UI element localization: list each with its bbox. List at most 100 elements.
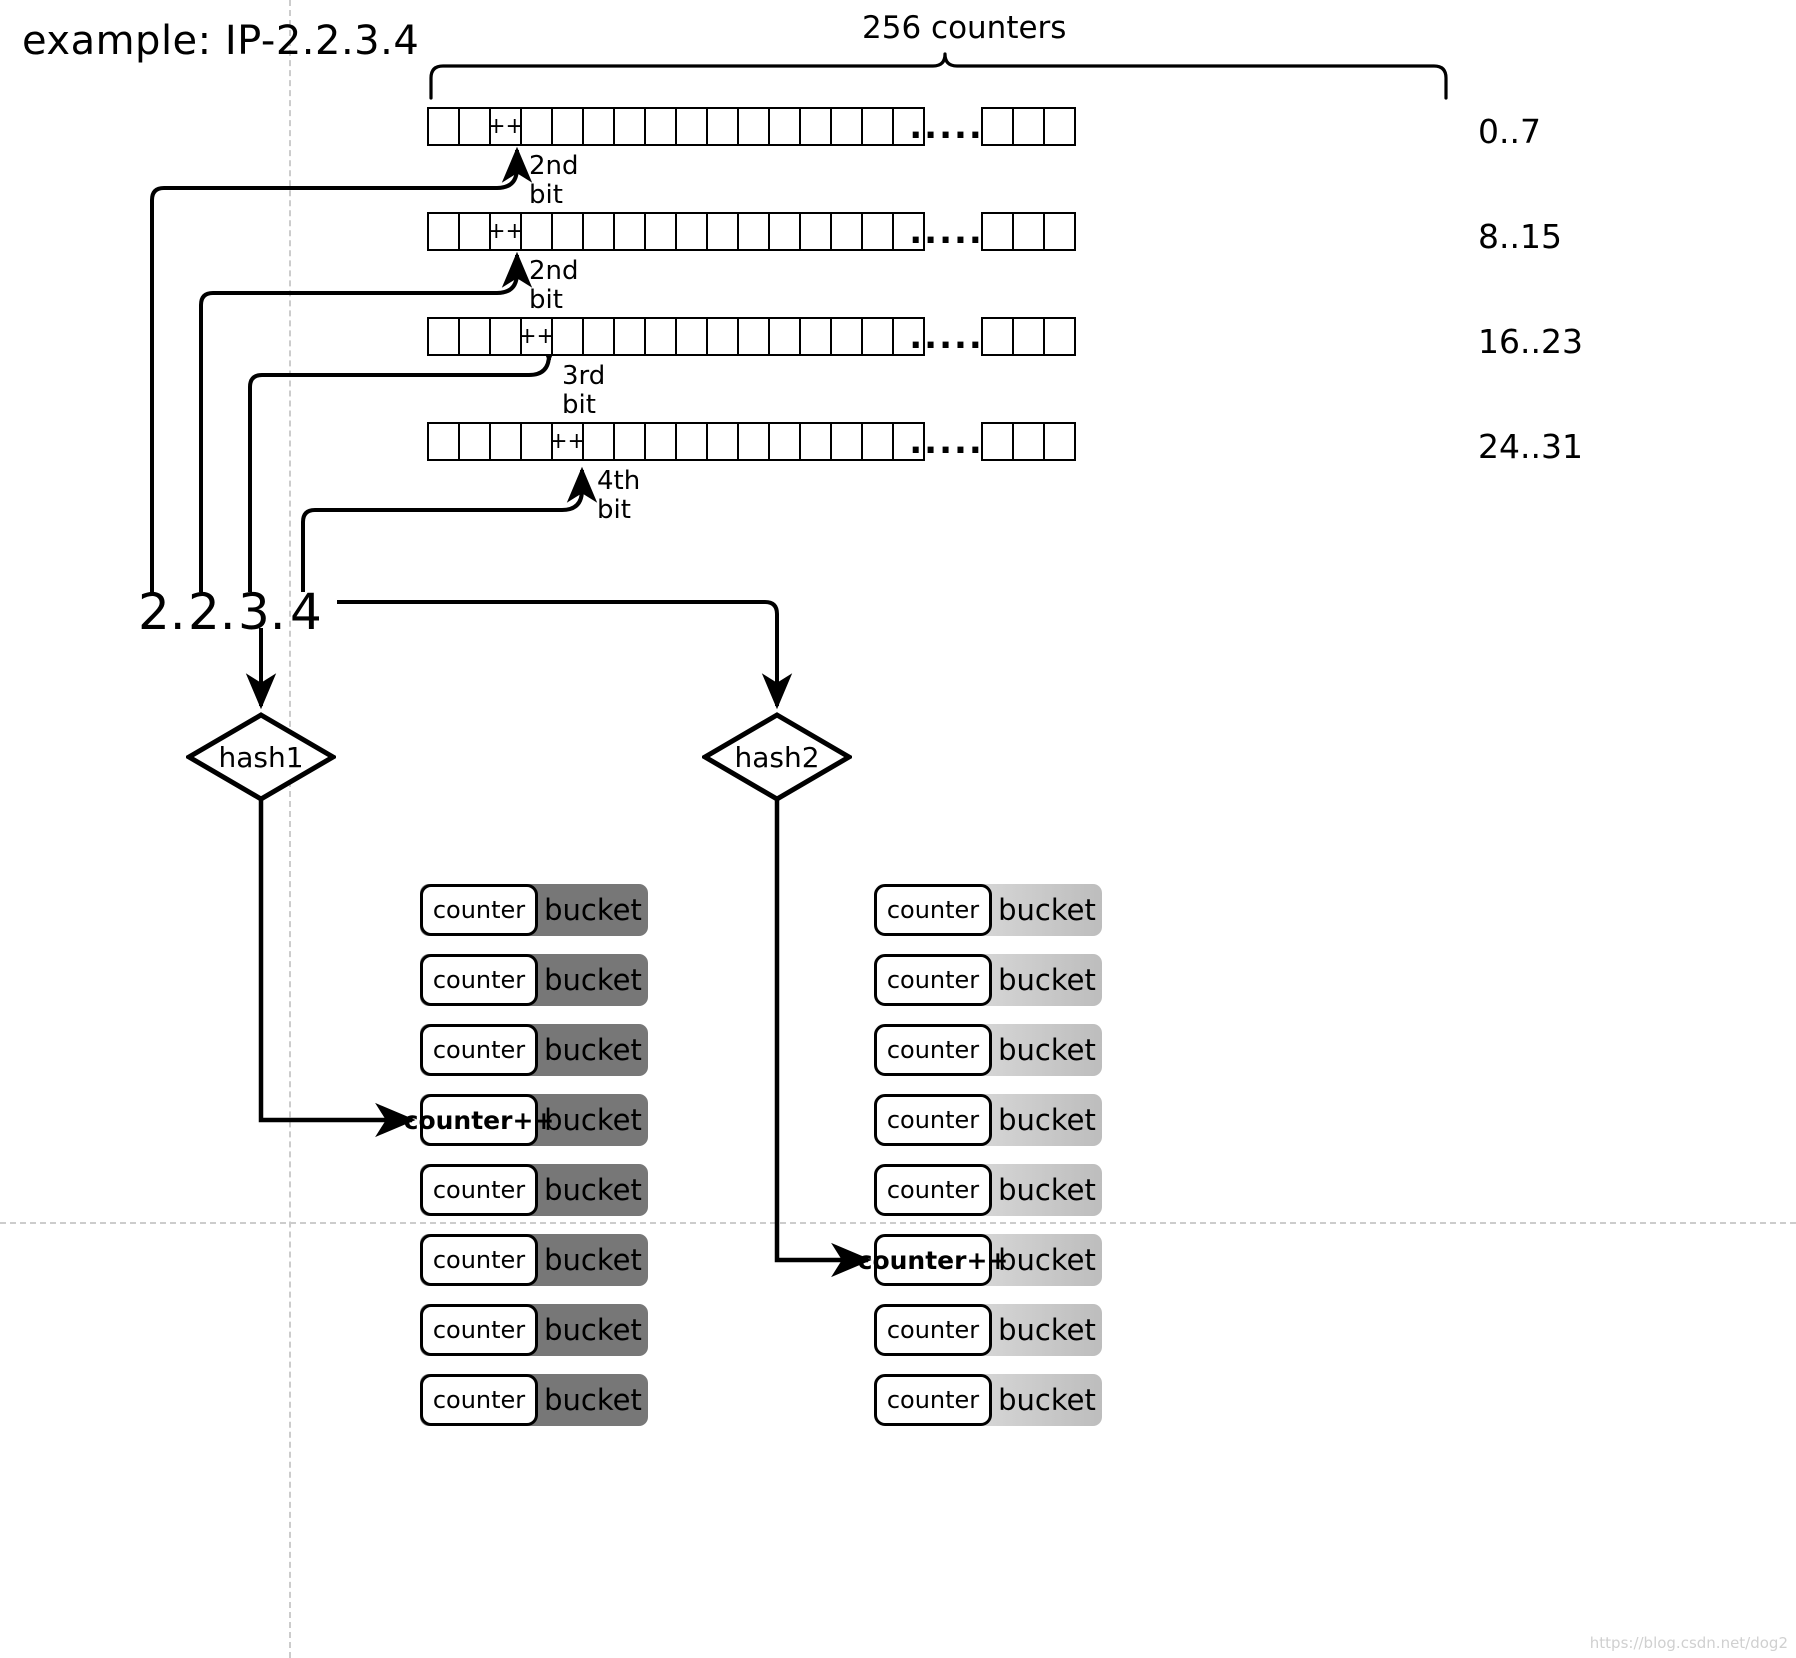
counter-cell — [489, 317, 522, 356]
counter-cell — [768, 422, 801, 461]
bucket-row[interactable]: bucket counter — [874, 954, 1102, 1006]
counter-box[interactable]: counter — [874, 1164, 992, 1216]
counter-array-row: ++...... — [427, 106, 1076, 147]
counter-array-ellipsis: ...... — [909, 106, 999, 147]
bucket-label: bucket — [998, 963, 1096, 997]
counter-array-ellipsis: ...... — [909, 316, 999, 357]
bucket-label: bucket — [544, 1383, 642, 1417]
ip-octet-4: 4 — [290, 583, 322, 641]
counter-cell — [520, 422, 553, 461]
hash2-node[interactable]: hash2 — [702, 712, 852, 802]
counter-cell — [1043, 107, 1076, 146]
bit-label: 2nd bit — [529, 151, 579, 211]
counter-cell — [737, 107, 770, 146]
bucket-row[interactable]: bucket counter — [420, 884, 648, 936]
counter-cell — [737, 422, 770, 461]
counter-cell — [1012, 212, 1045, 251]
bucket-label: bucket — [998, 1033, 1096, 1067]
counter-cell-marked: ++ — [549, 422, 586, 461]
counter-box[interactable]: counter — [420, 954, 538, 1006]
counter-box[interactable]: counter — [420, 884, 538, 936]
brace-caption: 256 counters — [862, 10, 1067, 46]
bucket-row[interactable]: bucket counter — [874, 1094, 1102, 1146]
bucket-label: bucket — [544, 963, 642, 997]
counter-cell — [458, 107, 491, 146]
bucket-row[interactable]: bucket counter++ — [858, 1234, 1102, 1286]
counter-cell — [551, 317, 584, 356]
hash2-label: hash2 — [734, 740, 820, 774]
bucket-row[interactable]: bucket counter — [420, 1024, 648, 1076]
counter-cell — [644, 212, 677, 251]
watermark: https://blog.csdn.net/dog2 — [1589, 1634, 1788, 1652]
counter-cell — [551, 107, 584, 146]
counter-cell — [1043, 212, 1076, 251]
counter-cell — [706, 317, 739, 356]
counter-box[interactable]: counter — [874, 884, 992, 936]
counter-cell — [861, 317, 894, 356]
counter-cell — [768, 107, 801, 146]
counter-box-incremented[interactable]: counter++ — [404, 1094, 554, 1146]
bit-label: 4th bit — [597, 466, 641, 526]
bucket-label: bucket — [998, 1103, 1096, 1137]
counter-array-row: ++...... — [427, 316, 1076, 357]
counter-cell — [830, 422, 863, 461]
counter-cell-marked: ++ — [487, 107, 524, 146]
counter-array-ellipsis: ...... — [909, 211, 999, 252]
counter-cell — [675, 107, 708, 146]
bucket-label: bucket — [544, 1243, 642, 1277]
bucket-row[interactable]: bucket counter — [874, 1164, 1102, 1216]
bucket-label: bucket — [998, 893, 1096, 927]
bucket-row[interactable]: bucket counter — [874, 1024, 1102, 1076]
bucket-row[interactable]: bucket counter — [874, 1304, 1102, 1356]
counter-cell — [613, 212, 646, 251]
counter-cell — [551, 212, 584, 251]
counter-array-row: ++...... — [427, 211, 1076, 252]
counter-cell — [1012, 317, 1045, 356]
ip-octet-3: 3. — [238, 583, 286, 641]
diagram-canvas: example: IP-2.2.3.4 256 counters ++.....… — [0, 0, 1796, 1658]
counter-cell — [981, 107, 1014, 146]
hash1-node[interactable]: hash1 — [186, 712, 336, 802]
counter-cell — [458, 212, 491, 251]
counter-cell — [520, 212, 553, 251]
counter-cell — [644, 422, 677, 461]
counter-box[interactable]: counter — [874, 1304, 992, 1356]
counter-array-row-label: 16..23 — [1478, 322, 1583, 361]
counter-array-row-label: 0..7 — [1478, 112, 1541, 151]
counter-cell — [830, 107, 863, 146]
bucket-row[interactable]: bucket counter — [420, 1374, 648, 1426]
bucket-label: bucket — [998, 1243, 1096, 1277]
counter-cell — [706, 212, 739, 251]
counter-box[interactable]: counter — [420, 1024, 538, 1076]
counter-array-row-label: 24..31 — [1478, 427, 1583, 466]
counter-cell — [458, 422, 491, 461]
counter-cell — [427, 317, 460, 356]
counter-cell — [1043, 317, 1076, 356]
bucket-row[interactable]: bucket counter — [874, 884, 1102, 936]
counter-box[interactable]: counter — [420, 1304, 538, 1356]
bucket-row[interactable]: bucket counter++ — [404, 1094, 648, 1146]
counter-box[interactable]: counter — [874, 1374, 992, 1426]
bucket-row[interactable]: bucket counter — [420, 1304, 648, 1356]
counter-box[interactable]: counter — [874, 954, 992, 1006]
counter-cell — [427, 107, 460, 146]
counter-cell — [830, 212, 863, 251]
counter-box[interactable]: counter — [420, 1374, 538, 1426]
bucket-label: bucket — [998, 1313, 1096, 1347]
counter-box[interactable]: counter — [420, 1164, 538, 1216]
counter-cell — [675, 317, 708, 356]
bucket-row[interactable]: bucket counter — [874, 1374, 1102, 1426]
counter-box-incremented[interactable]: counter++ — [858, 1234, 1008, 1286]
bucket-row[interactable]: bucket counter — [420, 1164, 648, 1216]
bucket-row[interactable]: bucket counter — [420, 954, 648, 1006]
counter-box[interactable]: counter — [420, 1234, 538, 1286]
counter-cell — [489, 422, 522, 461]
counter-cell — [861, 212, 894, 251]
bucket-row[interactable]: bucket counter — [420, 1234, 648, 1286]
counter-cell — [582, 107, 615, 146]
counter-cell — [768, 317, 801, 356]
counter-box[interactable]: counter — [874, 1094, 992, 1146]
counter-box[interactable]: counter — [874, 1024, 992, 1076]
counter-cell — [520, 107, 553, 146]
guide-horizontal — [0, 1222, 1796, 1224]
